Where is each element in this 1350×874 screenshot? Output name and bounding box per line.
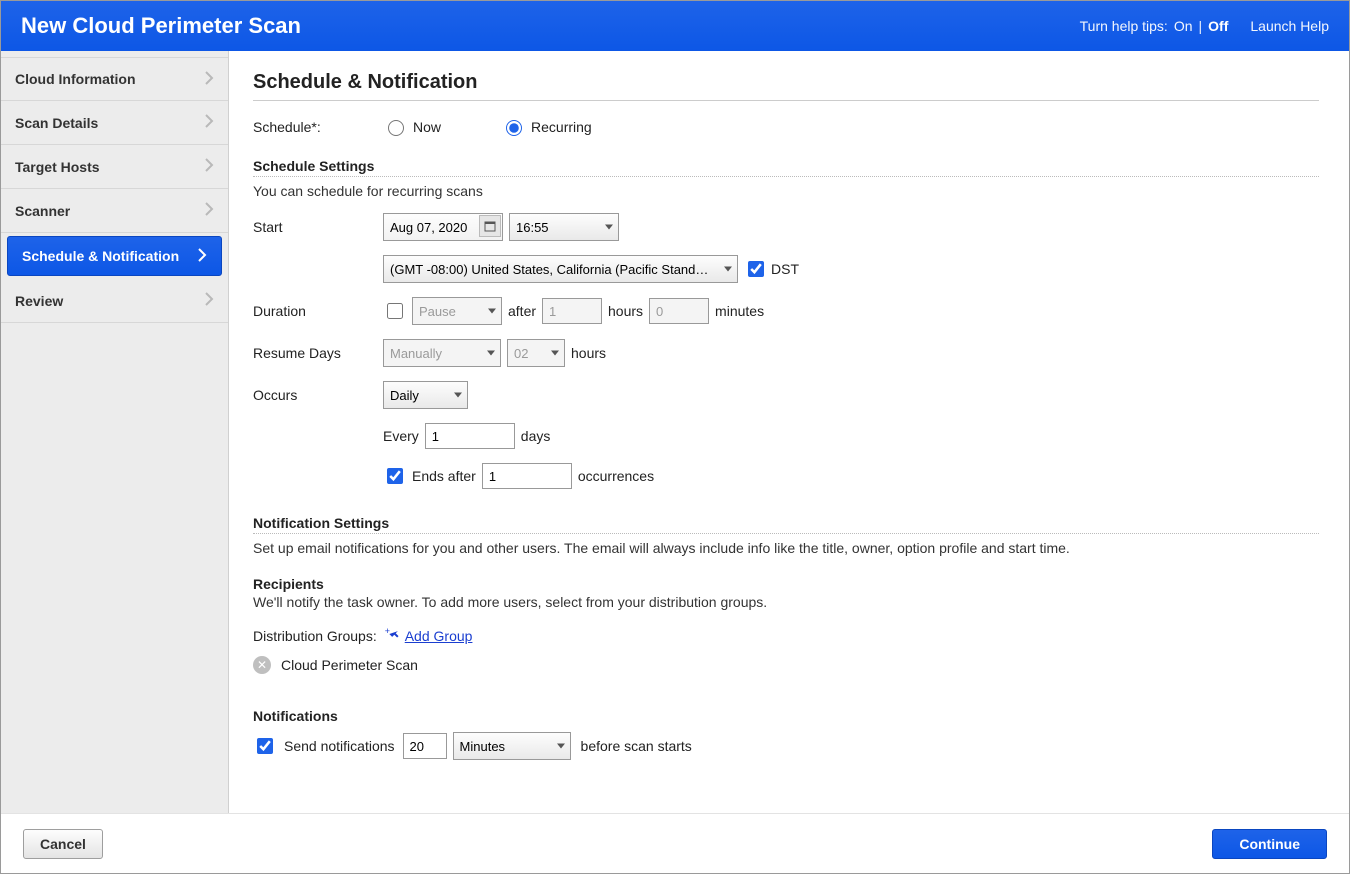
section-divider-2 bbox=[253, 533, 1319, 534]
occurs-label: Occurs bbox=[253, 387, 383, 403]
section-divider bbox=[253, 176, 1319, 177]
sidebar-item-label: Review bbox=[15, 293, 63, 309]
help-sep: | bbox=[1199, 18, 1203, 34]
duration-action-select[interactable] bbox=[412, 297, 502, 325]
distribution-group-item: ✕ Cloud Perimeter Scan bbox=[253, 656, 1319, 674]
sidebar-item-label: Scanner bbox=[15, 203, 70, 219]
page-title: Schedule & Notification bbox=[253, 71, 1319, 94]
minutes-label: minutes bbox=[715, 303, 764, 319]
recipients-title: Recipients bbox=[253, 576, 1319, 592]
chevron-right-icon bbox=[204, 202, 214, 219]
add-group-link[interactable]: Add Group bbox=[405, 628, 473, 644]
days-label: days bbox=[521, 428, 551, 444]
duration-label: Duration bbox=[253, 303, 383, 319]
send-notifications-value-input[interactable] bbox=[403, 733, 447, 759]
wizard-sidebar: Cloud Information Scan Details Target Ho… bbox=[1, 51, 229, 813]
schedule-recurring-radio[interactable]: Recurring bbox=[501, 117, 592, 136]
timezone-select[interactable] bbox=[383, 255, 738, 283]
schedule-now-radio[interactable]: Now bbox=[383, 117, 441, 136]
schedule-label: Schedule*: bbox=[253, 119, 383, 135]
occurs-select[interactable] bbox=[383, 381, 468, 409]
distribution-group-name: Cloud Perimeter Scan bbox=[281, 657, 418, 673]
chevron-right-icon bbox=[204, 114, 214, 131]
dst-checkbox[interactable] bbox=[748, 261, 764, 277]
duration-hours-input[interactable] bbox=[542, 298, 602, 324]
every-days-input[interactable] bbox=[425, 423, 515, 449]
duration-checkbox[interactable] bbox=[387, 303, 403, 319]
schedule-recurring-label: Recurring bbox=[531, 119, 592, 135]
sidebar-item-label: Target Hosts bbox=[15, 159, 100, 175]
ends-after-label: Ends after bbox=[412, 468, 476, 484]
every-label: Every bbox=[383, 428, 419, 444]
schedule-now-label: Now bbox=[413, 119, 441, 135]
duration-minutes-input[interactable] bbox=[649, 298, 709, 324]
sidebar-item-schedule-notification[interactable]: Schedule & Notification bbox=[7, 236, 222, 276]
sidebar-item-cloud-information[interactable]: Cloud Information bbox=[1, 57, 228, 101]
schedule-now-radio-input[interactable] bbox=[388, 120, 404, 136]
notifications-title: Notifications bbox=[253, 708, 1319, 724]
send-notifications-label: Send notifications bbox=[284, 738, 395, 754]
title-divider bbox=[253, 100, 1319, 101]
dst-label: DST bbox=[771, 261, 799, 277]
content-scroll[interactable]: Schedule & Notification Schedule*: Now R… bbox=[229, 51, 1349, 813]
chevron-right-icon bbox=[204, 292, 214, 309]
header-right: Turn help tips: On | Off Launch Help bbox=[1080, 18, 1329, 34]
schedule-settings-sub: You can schedule for recurring scans bbox=[253, 183, 1319, 199]
sidebar-item-review[interactable]: Review bbox=[1, 279, 228, 323]
hours-label-2: hours bbox=[571, 345, 606, 361]
resume-hours-select[interactable] bbox=[507, 339, 565, 367]
add-arrow-icon: + bbox=[389, 628, 401, 643]
send-notifications-checkbox[interactable] bbox=[257, 738, 273, 754]
cancel-button[interactable]: Cancel bbox=[23, 829, 103, 859]
notification-settings-sub: Set up email notifications for you and o… bbox=[253, 540, 1319, 556]
occurrences-label: occurrences bbox=[578, 468, 654, 484]
chevron-right-icon bbox=[204, 71, 214, 88]
calendar-icon[interactable] bbox=[479, 215, 501, 237]
ends-after-checkbox[interactable] bbox=[387, 468, 403, 484]
schedule-recurring-radio-input[interactable] bbox=[506, 120, 522, 136]
launch-help-link[interactable]: Launch Help bbox=[1250, 18, 1329, 34]
chevron-right-icon bbox=[204, 158, 214, 175]
start-time-select[interactable] bbox=[509, 213, 619, 241]
sidebar-item-label: Scan Details bbox=[15, 115, 98, 131]
sidebar-item-target-hosts[interactable]: Target Hosts bbox=[1, 145, 228, 189]
distribution-groups-label: Distribution Groups: bbox=[253, 628, 377, 644]
help-on-toggle[interactable]: On bbox=[1174, 18, 1193, 34]
footer-bar: Cancel Continue bbox=[1, 813, 1349, 873]
after-label: after bbox=[508, 303, 536, 319]
schedule-settings-title: Schedule Settings bbox=[253, 158, 1319, 174]
header-bar: New Cloud Perimeter Scan Turn help tips:… bbox=[1, 1, 1349, 51]
sidebar-item-scanner[interactable]: Scanner bbox=[1, 189, 228, 233]
continue-button[interactable]: Continue bbox=[1212, 829, 1327, 859]
before-scan-label: before scan starts bbox=[581, 738, 692, 754]
start-label: Start bbox=[253, 219, 383, 235]
send-notifications-unit-select[interactable] bbox=[453, 732, 571, 760]
sidebar-item-label: Schedule & Notification bbox=[22, 248, 179, 264]
sidebar-item-scan-details[interactable]: Scan Details bbox=[1, 101, 228, 145]
sidebar-item-label: Cloud Information bbox=[15, 71, 136, 87]
recipients-sub: We'll notify the task owner. To add more… bbox=[253, 594, 1319, 610]
help-off-toggle[interactable]: Off bbox=[1208, 18, 1228, 34]
ends-after-input[interactable] bbox=[482, 463, 572, 489]
window-title: New Cloud Perimeter Scan bbox=[21, 13, 301, 39]
remove-group-icon[interactable]: ✕ bbox=[253, 656, 271, 674]
help-tips-label: Turn help tips: bbox=[1080, 18, 1168, 34]
notification-settings-title: Notification Settings bbox=[253, 515, 1319, 531]
resume-label: Resume Days bbox=[253, 345, 383, 361]
resume-mode-select[interactable] bbox=[383, 339, 501, 367]
hours-label: hours bbox=[608, 303, 643, 319]
chevron-right-icon bbox=[197, 248, 207, 265]
